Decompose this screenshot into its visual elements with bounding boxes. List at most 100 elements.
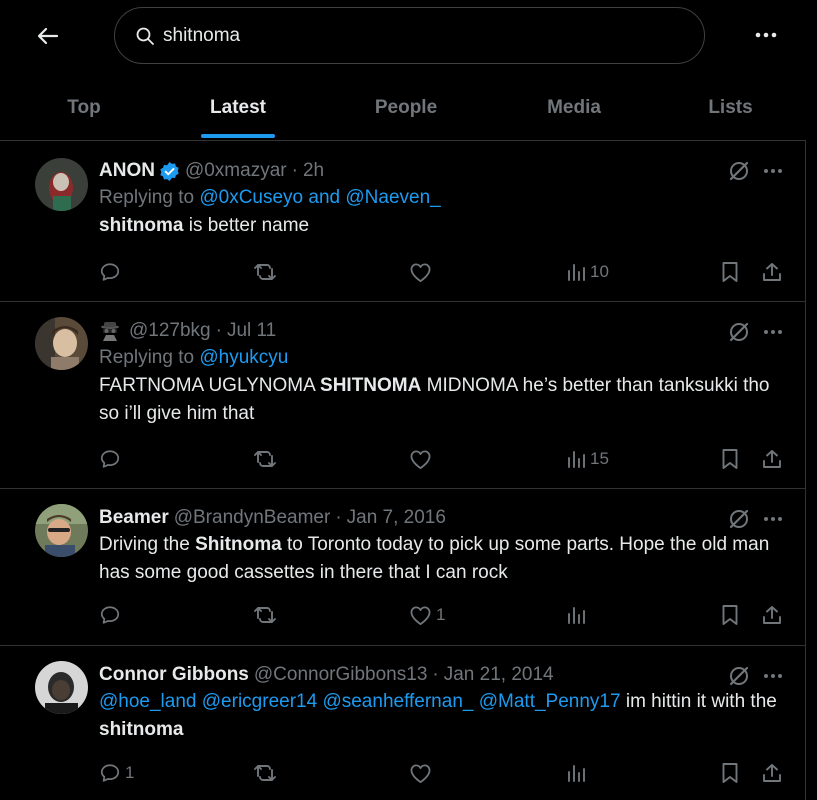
tab-label: Top bbox=[67, 97, 101, 118]
tweet-text-pre: FARTNOMA UGLYNOMA bbox=[99, 375, 321, 396]
heart-icon bbox=[410, 449, 431, 469]
top-bar bbox=[0, 0, 817, 70]
mention-link[interactable]: @hyukcyu bbox=[199, 347, 288, 368]
highlighted-term: SHITNOMA bbox=[320, 375, 422, 396]
search-box[interactable] bbox=[114, 7, 705, 64]
tab-people[interactable]: People bbox=[308, 78, 504, 138]
repost-icon bbox=[254, 264, 276, 280]
tab-label: People bbox=[374, 97, 438, 118]
like-button[interactable] bbox=[409, 758, 432, 788]
repost-button[interactable] bbox=[253, 600, 277, 630]
replying-to-line: Replying to @0xCuseyo and @Naeven_ bbox=[99, 184, 783, 212]
bookmark-button[interactable] bbox=[721, 758, 739, 788]
share-button[interactable] bbox=[761, 600, 783, 630]
bookmark-icon bbox=[722, 449, 738, 469]
views-button[interactable]: 15 bbox=[566, 444, 609, 474]
like-button[interactable] bbox=[409, 257, 432, 287]
like-button[interactable] bbox=[409, 444, 432, 474]
replying-to-line: Replying to @hyukcyu bbox=[99, 344, 783, 372]
bookmark-icon bbox=[722, 605, 738, 625]
tweet-header: ANON @0xmazyar · 2h bbox=[99, 158, 783, 184]
share-button[interactable] bbox=[761, 257, 783, 287]
handle[interactable]: @127bkg bbox=[129, 318, 211, 344]
mention-link[interactable]: @ericgreer14 bbox=[202, 691, 317, 712]
share-icon bbox=[763, 606, 781, 624]
timestamp[interactable]: 2h bbox=[303, 158, 324, 184]
reply-icon bbox=[100, 263, 120, 281]
views-chart-icon bbox=[568, 607, 585, 624]
tweet-text-pre: Driving the bbox=[99, 534, 196, 555]
display-name[interactable]: ANON bbox=[99, 158, 155, 184]
avatar[interactable] bbox=[35, 317, 88, 370]
mention-link[interactable]: @Naeven_ bbox=[345, 187, 440, 208]
handle[interactable]: @BrandynBeamer bbox=[174, 505, 331, 531]
tweet-actions: 15 bbox=[99, 444, 789, 474]
heart-icon bbox=[410, 605, 431, 625]
bookmark-button[interactable] bbox=[721, 600, 739, 630]
likes-count: 1 bbox=[436, 605, 446, 624]
more-options-button[interactable] bbox=[748, 20, 784, 50]
avatar[interactable] bbox=[35, 661, 88, 714]
timestamp[interactable]: Jul 11 bbox=[227, 318, 276, 344]
mention-link[interactable]: @Matt_Penny17 bbox=[479, 691, 621, 712]
mention-joiner: and bbox=[308, 187, 341, 208]
repost-icon bbox=[254, 451, 276, 467]
views-button[interactable] bbox=[566, 600, 586, 630]
tweet-item[interactable]: ANON @0xmazyar · 2h Replying to @0xCusey… bbox=[0, 141, 805, 302]
bookmark-icon bbox=[722, 763, 738, 783]
mention-link[interactable]: @hoe_land bbox=[99, 691, 196, 712]
tab-label: Media bbox=[547, 97, 601, 118]
handle[interactable]: @ConnorGibbons13 bbox=[254, 662, 428, 688]
heart-icon bbox=[410, 262, 431, 282]
tweet-item[interactable]: Beamer @BrandynBeamer · Jan 7, 2016 Driv… bbox=[0, 489, 805, 646]
tab-media[interactable]: Media bbox=[504, 78, 644, 138]
timestamp[interactable]: Jan 21, 2014 bbox=[444, 662, 554, 688]
tweet-text: FARTNOMA UGLYNOMA SHITNOMA MIDNOMA he’s … bbox=[99, 372, 783, 428]
share-icon bbox=[763, 450, 781, 468]
tweet-item[interactable]: Connor Gibbons @ConnorGibbons13 · Jan 21… bbox=[0, 646, 805, 800]
avatar[interactable] bbox=[35, 504, 88, 557]
reply-button[interactable]: 1 bbox=[99, 758, 134, 788]
reply-button[interactable] bbox=[99, 444, 121, 474]
back-button[interactable] bbox=[30, 18, 66, 54]
share-icon bbox=[763, 263, 781, 281]
tweet-text-mid: im hittin it with the bbox=[620, 691, 777, 712]
mention-link[interactable]: @0xCuseyo bbox=[199, 187, 303, 208]
like-button[interactable]: 1 bbox=[409, 600, 445, 630]
share-button[interactable] bbox=[761, 444, 783, 474]
tweet-header: Connor Gibbons @ConnorGibbons13 · Jan 21… bbox=[99, 662, 783, 688]
avatar[interactable] bbox=[35, 158, 88, 211]
views-button[interactable] bbox=[566, 758, 586, 788]
timestamp[interactable]: Jan 7, 2016 bbox=[347, 505, 446, 531]
reply-icon bbox=[100, 764, 120, 782]
handle[interactable]: @0xmazyar bbox=[185, 158, 287, 184]
tab-latest[interactable]: Latest bbox=[168, 78, 308, 138]
search-input[interactable] bbox=[163, 24, 663, 47]
share-icon bbox=[763, 764, 781, 782]
display-name[interactable]: Connor Gibbons bbox=[99, 662, 249, 688]
reply-icon bbox=[100, 450, 120, 468]
display-name[interactable]: Beamer bbox=[99, 505, 169, 531]
verified-badge-icon bbox=[159, 161, 180, 182]
tab-lists[interactable]: Lists bbox=[644, 78, 817, 138]
bookmark-button[interactable] bbox=[721, 257, 739, 287]
column-divider bbox=[805, 140, 806, 800]
reply-button[interactable] bbox=[99, 257, 121, 287]
tweet-text: shitnoma is better name bbox=[99, 212, 783, 240]
tweet-header: @127bkg · Jul 11 bbox=[99, 318, 783, 344]
replies-count: 1 bbox=[125, 763, 135, 782]
repost-button[interactable] bbox=[253, 444, 277, 474]
separator-dot: · bbox=[432, 664, 439, 685]
views-button[interactable]: 10 bbox=[566, 257, 609, 287]
repost-button[interactable] bbox=[253, 758, 277, 788]
views-chart-icon bbox=[568, 451, 585, 468]
views-count: 15 bbox=[590, 449, 609, 468]
mention-link[interactable]: @seanheffernan_ bbox=[322, 691, 473, 712]
reply-button[interactable] bbox=[99, 600, 121, 630]
repost-button[interactable] bbox=[253, 257, 277, 287]
bookmark-button[interactable] bbox=[721, 444, 739, 474]
tweet-actions: 1 bbox=[99, 600, 789, 630]
tab-top[interactable]: Top bbox=[0, 78, 168, 138]
share-button[interactable] bbox=[761, 758, 783, 788]
tweet-item[interactable]: @127bkg · Jul 11 Replying to @hyukcyu FA… bbox=[0, 302, 805, 489]
